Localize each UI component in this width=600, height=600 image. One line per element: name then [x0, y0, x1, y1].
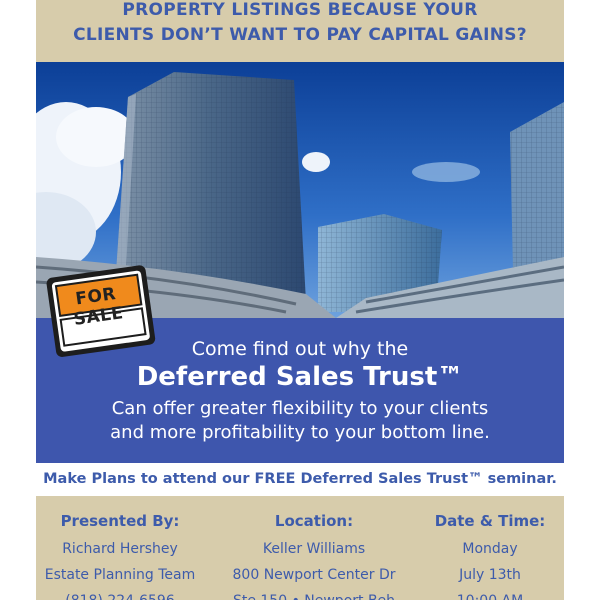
presented-by-heading: Presented By: [60, 512, 180, 530]
seminar-flyer: PROPERTY LISTINGS BECAUSE YOUR CLIENTS D… [36, 0, 564, 600]
for-sale-sign-icon: FOR SALE [42, 261, 161, 363]
presenter-name: Richard Hershey [62, 541, 178, 557]
location-street: 800 Newport Center Dr [232, 567, 396, 583]
event-day: Monday [462, 541, 518, 557]
headline-line-2: CLIENTS DON’T WANT TO PAY CAPITAL GAINS? [73, 25, 527, 45]
seminar-invitation: Make Plans to attend our FREE Deferred S… [36, 463, 564, 496]
promo-line-4: and more profitability to your bottom li… [110, 422, 490, 443]
presenter-phone: (818) 224-6596 [40, 590, 200, 600]
presenter-team: Estate Planning Team [44, 567, 196, 583]
event-time: 10:00 AM [420, 590, 560, 600]
location-name: Keller Williams [262, 541, 366, 557]
date-time-column: Date & Time: Monday July 13th 10:00 AM [420, 496, 560, 600]
location-suite: Ste 150 • Newport Beh [224, 590, 404, 600]
event-details: Presented By: Richard Hershey Estate Pla… [36, 496, 564, 600]
location-heading: Location: [274, 512, 354, 530]
date-time-heading: Date & Time: [434, 512, 546, 530]
flyer-headline: PROPERTY LISTINGS BECAUSE YOUR CLIENTS D… [36, 0, 564, 62]
presented-by-column: Presented By: Richard Hershey Estate Pla… [40, 496, 200, 600]
location-column: Location: Keller Williams 800 Newport Ce… [224, 496, 404, 600]
headline-line-1: PROPERTY LISTINGS BECAUSE YOUR [122, 0, 478, 20]
promo-title: Deferred Sales Trust™ [136, 362, 464, 392]
promo-line-3: Can offer greater flexibility to your cl… [111, 398, 489, 419]
event-date: July 13th [459, 567, 521, 583]
